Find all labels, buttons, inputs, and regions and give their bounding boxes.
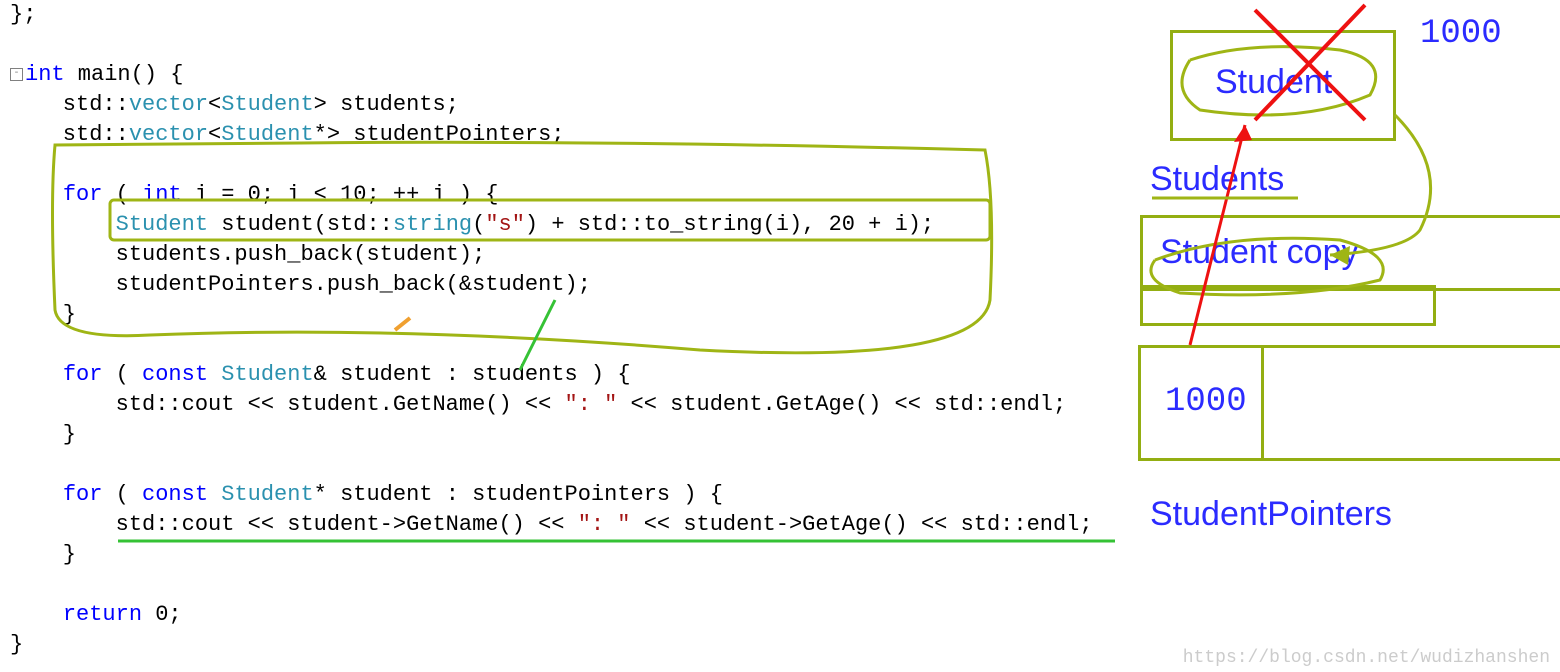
code-text: std:: [10, 122, 129, 147]
kw-for: for [63, 182, 103, 207]
code-text: ( [472, 212, 485, 237]
kw-for: for [63, 482, 103, 507]
students-extra-box [1140, 285, 1436, 326]
type-student: Student [221, 92, 313, 117]
code-text: students.push_back(student); [10, 242, 485, 267]
code-line: }; [10, 2, 36, 27]
kw-const: const [142, 482, 208, 507]
code-text [10, 602, 63, 627]
pointer-value: 1000 [1165, 383, 1247, 421]
code-text: vector [129, 122, 208, 147]
code-text: << student->GetAge() << std::endl; [631, 512, 1093, 537]
code-text: i = 0; i < 10; ++ i ) { [182, 182, 499, 207]
code-text [10, 362, 63, 387]
code-text: } [10, 302, 76, 327]
code-text: & student : students ) { [314, 362, 631, 387]
watermark: https://blog.csdn.net/wudizhanshen [1183, 648, 1550, 668]
code-text [10, 182, 63, 207]
string-literal: "s" [485, 212, 525, 237]
kw-const: const [142, 362, 208, 387]
code-text [10, 482, 63, 507]
code-text: ( [102, 362, 142, 387]
string-literal: ": " [578, 512, 631, 537]
type-student: Student [221, 482, 313, 507]
type-student: Student [221, 362, 313, 387]
code-text: << student.GetAge() << std::endl; [617, 392, 1066, 417]
code-text: *> studentPointers; [314, 122, 565, 147]
code-text: student(std:: [208, 212, 393, 237]
kw-int: int [25, 62, 65, 87]
type-student: Student [116, 212, 208, 237]
code-text [208, 362, 221, 387]
code-text: 0; [142, 602, 182, 627]
code-text: > students; [314, 92, 459, 117]
student-copy-text: Student copy [1160, 233, 1358, 272]
code-text: vector [129, 92, 208, 117]
string-literal: ": " [565, 392, 618, 417]
code-text: main() { [65, 62, 184, 87]
kw-return: return [63, 602, 142, 627]
student-pointers-label: StudentPointers [1150, 495, 1392, 534]
kw-int: int [142, 182, 182, 207]
code-text: string [393, 212, 472, 237]
type-student: Student [221, 122, 313, 147]
code-text: < [208, 92, 221, 117]
student-text: Student [1215, 63, 1332, 102]
code-text [208, 482, 221, 507]
address-label: 1000 [1420, 15, 1502, 53]
code-text: } [10, 542, 76, 567]
code-text: studentPointers.push_back(&student); [10, 272, 591, 297]
fold-icon[interactable]: - [10, 68, 23, 81]
kw-for: for [63, 362, 103, 387]
students-label: Students [1150, 160, 1284, 199]
code-text: < [208, 122, 221, 147]
code-text: } [10, 422, 76, 447]
code-text: std::cout << student->GetName() << [10, 512, 578, 537]
code-text: std:: [10, 92, 129, 117]
code-text: * student : studentPointers ) { [314, 482, 723, 507]
code-text [10, 212, 116, 237]
code-editor[interactable]: }; -int main() { std::vector<Student> st… [10, 0, 1093, 660]
code-text: } [10, 632, 23, 657]
code-text: std::cout << student.GetName() << [10, 392, 565, 417]
code-text: ( [102, 482, 142, 507]
code-text: ) + std::to_string(i), 20 + i); [525, 212, 934, 237]
code-text: ( [102, 182, 142, 207]
